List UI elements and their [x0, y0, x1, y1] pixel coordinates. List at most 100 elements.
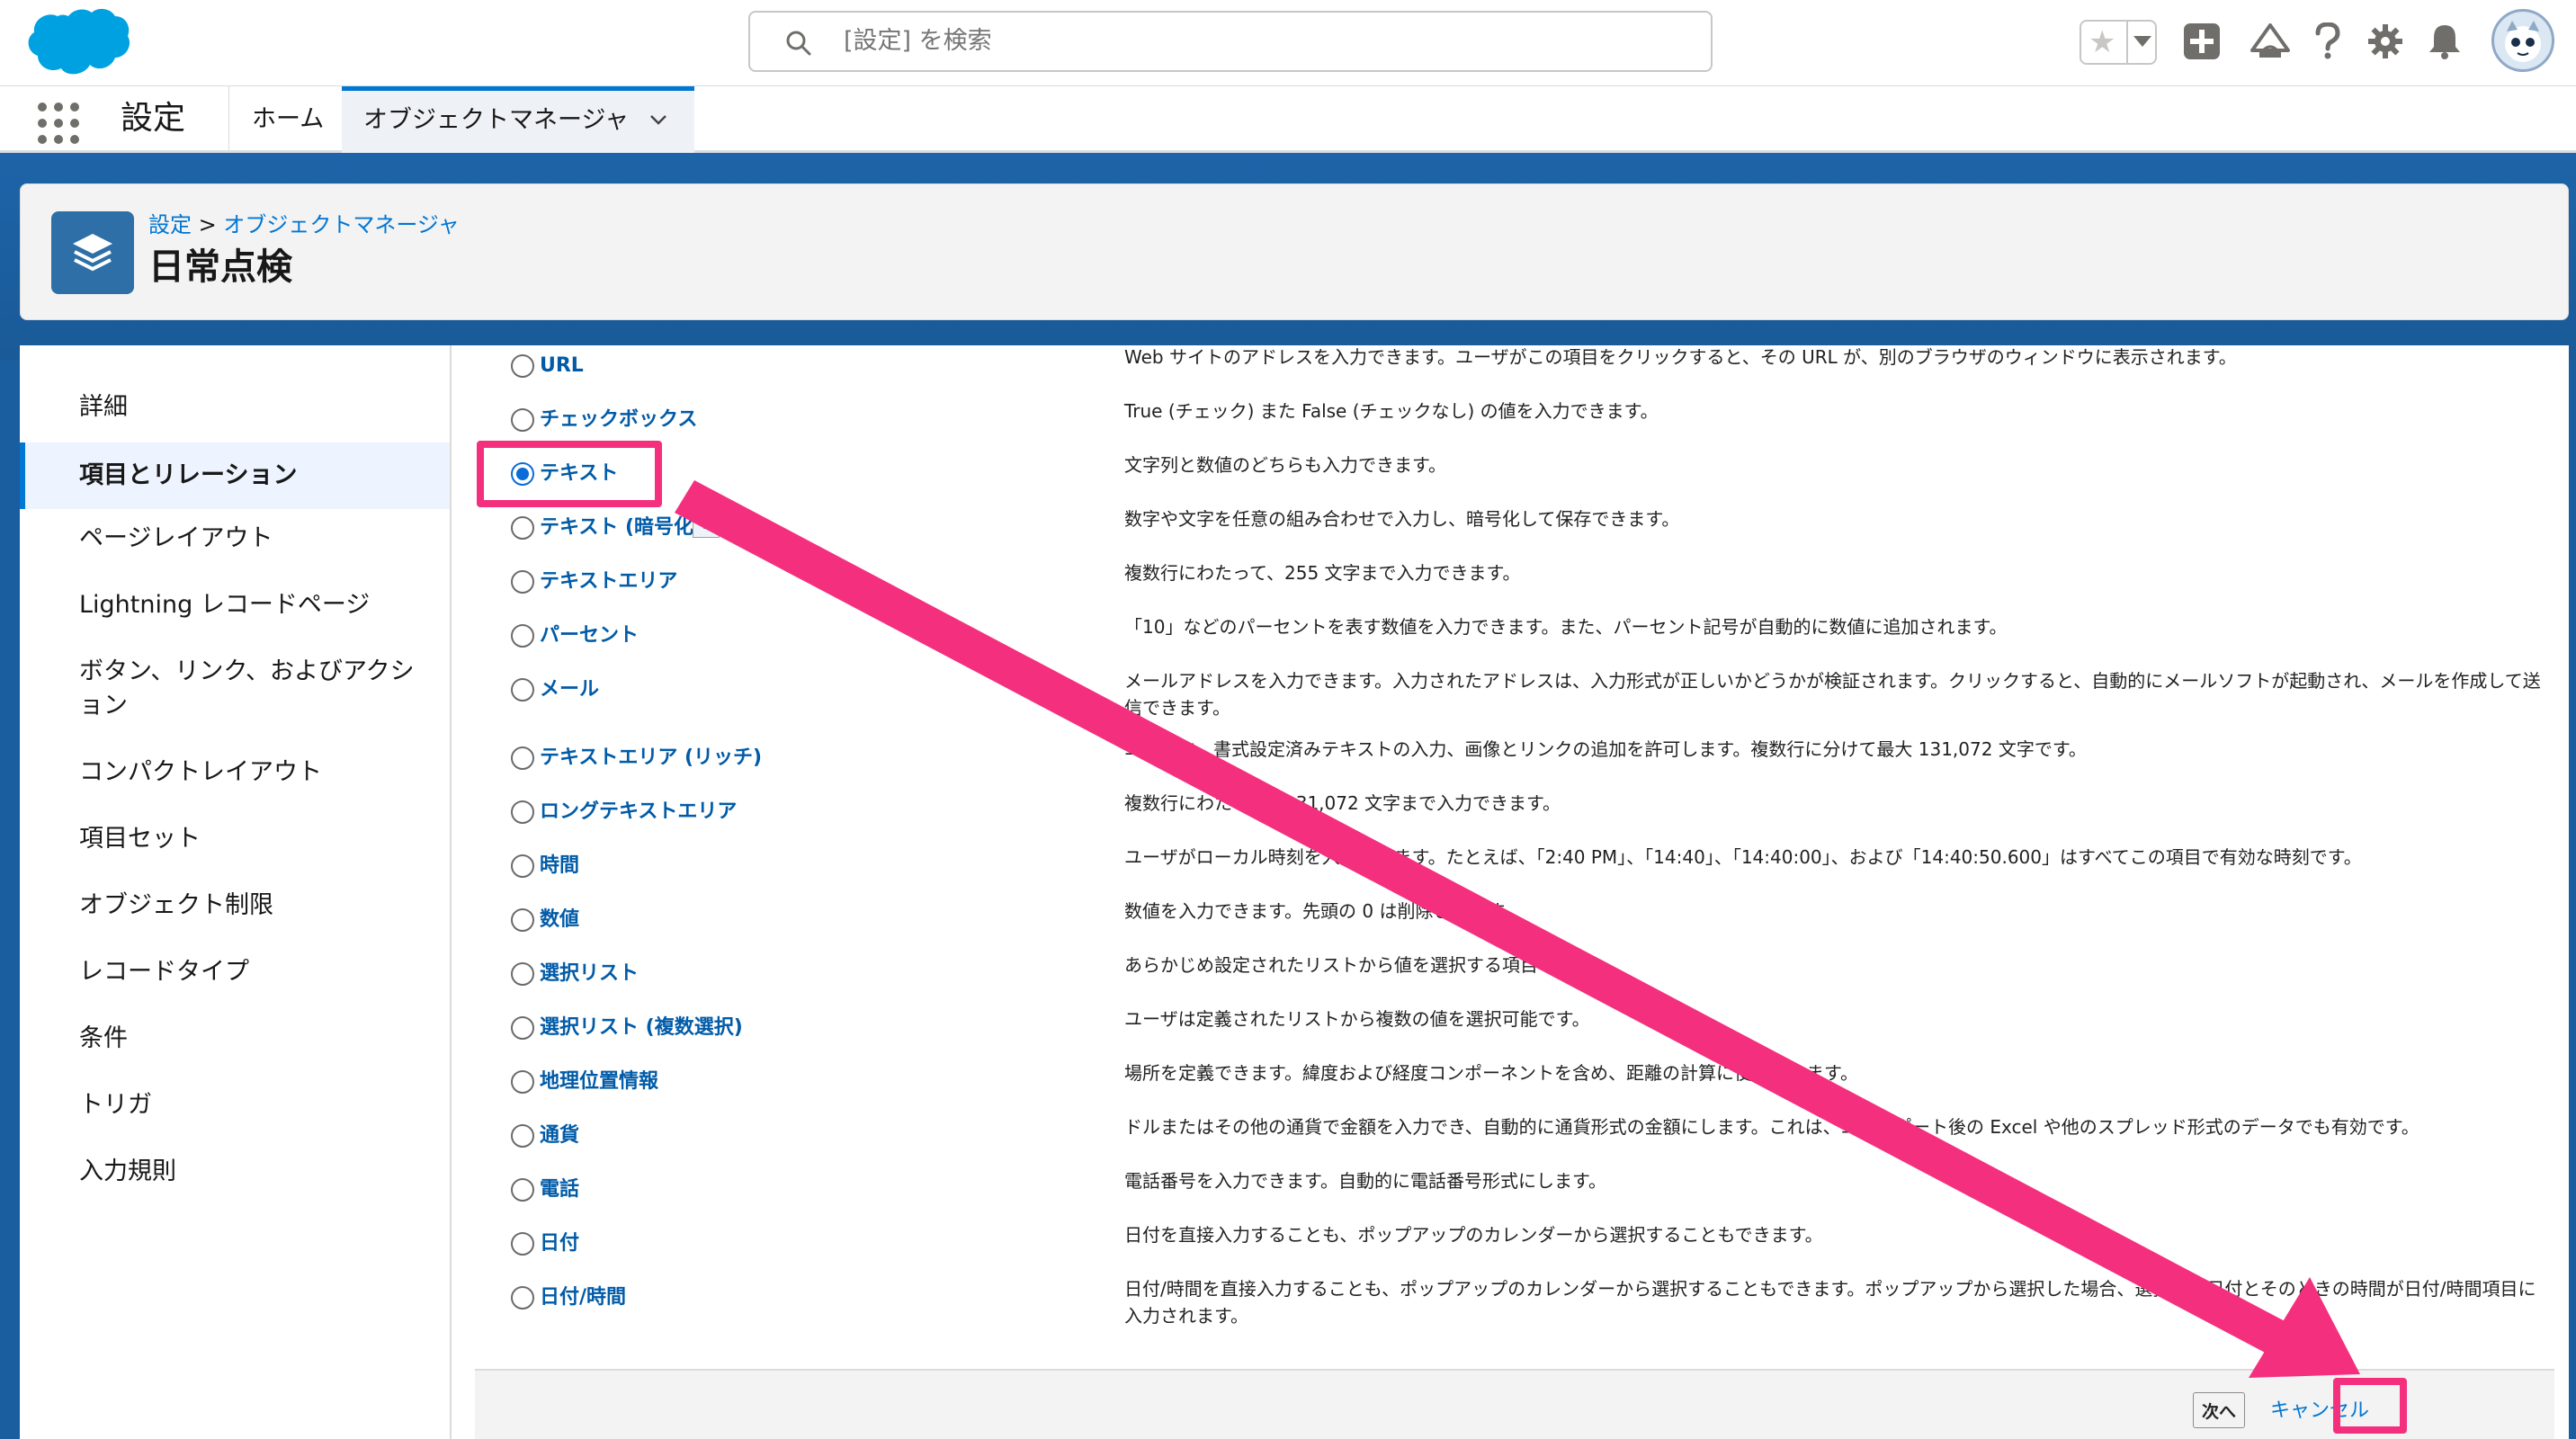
- field-type-label[interactable]: 電話: [540, 1176, 579, 1203]
- field-type-label[interactable]: 地理位置情報: [540, 1068, 658, 1095]
- field-type-label[interactable]: パーセント: [540, 622, 639, 649]
- field-type-description: 複数行にわたって、255 文字まで入力できます。: [1124, 562, 1521, 584]
- radio-long-text-area[interactable]: [511, 800, 534, 824]
- field-type-label[interactable]: ロングテキストエリア: [540, 799, 737, 826]
- breadcrumb-setup-link[interactable]: 設定: [148, 212, 192, 237]
- field-type-label[interactable]: 数値: [540, 907, 579, 934]
- sidebar-item-conditions[interactable]: 条件: [20, 1022, 450, 1056]
- sidebar-item-validation-rules[interactable]: 入力規則: [20, 1155, 450, 1189]
- page-header: 設定 > オブジェクトマネージャ 日常点検: [20, 183, 2569, 320]
- field-type-description: ドルまたはその他の通貨で金額を入力でき、自動的に通貨形式の金額にします。これは、…: [1124, 1116, 2419, 1138]
- app-name: 設定: [121, 100, 186, 137]
- field-type-description: 「10」などのパーセントを表す数値を入力できます。また、パーセント記号が自動的に…: [1124, 616, 2008, 638]
- nav-divider: [228, 86, 229, 153]
- radio-url[interactable]: [511, 354, 534, 378]
- tab-object-manager[interactable]: オブジェクトマネージャ: [342, 86, 694, 153]
- radio-phone[interactable]: [511, 1178, 534, 1202]
- sidebar-item-field-sets[interactable]: 項目セット: [20, 822, 450, 856]
- highlight-next-button: [2333, 1378, 2407, 1434]
- sidebar-item-fields-relationships[interactable]: 項目とリレーション: [20, 442, 450, 509]
- field-type-label[interactable]: 日付/時間: [540, 1284, 626, 1311]
- field-type-label[interactable]: メール: [540, 676, 599, 703]
- sidebar-item-page-layouts[interactable]: ページレイアウト: [20, 522, 450, 556]
- global-header: ★: [0, 0, 2576, 86]
- setup-button[interactable]: [2364, 20, 2407, 63]
- sidebar-item-triggers[interactable]: トリガ: [20, 1088, 450, 1122]
- radio-picklist[interactable]: [511, 962, 534, 986]
- salesforce-logo[interactable]: [25, 5, 131, 79]
- sidebar-item-record-types[interactable]: レコードタイプ: [20, 955, 450, 989]
- field-type-description: メールアドレスを入力できます。入力されたアドレスは、入力形式が正しいかどうかが検…: [1124, 670, 2541, 719]
- radio-date[interactable]: [511, 1232, 534, 1256]
- gear-icon: [2368, 24, 2402, 58]
- app-launcher-icon[interactable]: [38, 103, 79, 144]
- field-type-description: ユーザに、書式設定済みテキストの入力、画像とリンクの追加を許可します。複数行に分…: [1124, 738, 2087, 760]
- field-type-content: URL Web サイトのアドレスを入力できます。ユーザがこの項目をクリックすると…: [475, 345, 2569, 1439]
- field-type-label[interactable]: 日付: [540, 1230, 579, 1257]
- sidebar-item-details[interactable]: 詳細: [20, 390, 450, 425]
- field-type-list: URL Web サイトのアドレスを入力できます。ユーザがこの項目をクリックすると…: [475, 345, 2554, 1369]
- tab-object-manager-label: オブジェクトマネージャ: [363, 106, 630, 134]
- favorites-dropdown-icon[interactable]: [2133, 36, 2151, 47]
- star-icon[interactable]: ★: [2089, 25, 2115, 59]
- field-type-description: True (チェック) また False (チェックなし) の値を入力できます。: [1124, 400, 1659, 422]
- field-type-label[interactable]: テキスト (暗号化): [540, 514, 702, 541]
- field-type-label[interactable]: 選択リスト (複数選択): [540, 1014, 743, 1041]
- trailhead-icon: [2250, 23, 2290, 58]
- app-navigation-bar: 設定 ホーム オブジェクトマネージャ: [0, 86, 2576, 153]
- object-sidebar: 詳細 項目とリレーション ページレイアウト Lightning レコードページ …: [20, 345, 452, 1439]
- radio-text-area[interactable]: [511, 570, 534, 594]
- sidebar-item-compact-layouts[interactable]: コンパクトレイアウト: [20, 755, 450, 790]
- global-search[interactable]: [748, 11, 1713, 72]
- tab-home[interactable]: ホーム: [230, 86, 345, 153]
- field-type-description: 日付/時間を直接入力することも、ポップアップのカレンダーから選択することもできま…: [1124, 1278, 2536, 1327]
- field-type-description: 数値を入力できます。先頭の 0 は削除されます。: [1124, 900, 1522, 922]
- notifications-button[interactable]: [2423, 20, 2466, 63]
- breadcrumb-separator: >: [198, 212, 217, 237]
- field-type-label[interactable]: 選択リスト: [540, 961, 639, 988]
- field-type-label[interactable]: URL: [540, 353, 584, 380]
- main-card: 詳細 項目とリレーション ページレイアウト Lightning レコードページ …: [20, 345, 2569, 1439]
- field-type-description: 文字列と数値のどちらも入力できます。: [1124, 454, 1446, 476]
- radio-geolocation[interactable]: [511, 1070, 534, 1094]
- search-input[interactable]: [844, 13, 1653, 70]
- field-type-description: 場所を定義できます。緯度および経度コンポーネントを含め、距離の計算に使用できます…: [1124, 1062, 1858, 1084]
- radio-text-encrypted[interactable]: [511, 516, 534, 540]
- user-avatar[interactable]: [2491, 9, 2554, 72]
- radio-multi-picklist[interactable]: [511, 1016, 534, 1040]
- breadcrumb: 設定 > オブジェクトマネージャ: [148, 211, 460, 238]
- radio-checkbox[interactable]: [511, 408, 534, 432]
- global-actions-button[interactable]: [2180, 20, 2223, 63]
- field-type-description: あらかじめ設定されたリストから値を選択する項目です。: [1124, 954, 1590, 976]
- help-button[interactable]: [2306, 20, 2349, 63]
- button-bar: 次へ キャンセル: [475, 1369, 2554, 1439]
- radio-currency[interactable]: [511, 1124, 534, 1148]
- field-type-label[interactable]: テキストエリア (リッチ): [540, 745, 762, 772]
- radio-email[interactable]: [511, 678, 534, 702]
- favorites-button[interactable]: ★: [2080, 20, 2157, 65]
- radio-percent[interactable]: [511, 624, 534, 648]
- field-type-label[interactable]: 通貨: [540, 1122, 579, 1149]
- plus-icon: [2184, 23, 2220, 59]
- search-icon: [786, 31, 811, 56]
- sidebar-item-lightning-record-pages[interactable]: Lightning レコードページ: [20, 588, 450, 622]
- breadcrumb-object-manager-link[interactable]: オブジェクトマネージャ: [223, 212, 459, 237]
- sidebar-item-object-limits[interactable]: オブジェクト制限: [20, 889, 450, 923]
- radio-datetime[interactable]: [511, 1286, 534, 1309]
- favorites-divider: [2126, 22, 2128, 63]
- radio-rich-text-area[interactable]: [511, 746, 534, 770]
- chevron-down-icon[interactable]: [649, 111, 667, 129]
- info-icon[interactable]: i: [693, 511, 720, 538]
- page-title: 日常点検: [148, 246, 292, 288]
- next-button[interactable]: 次へ: [2193, 1392, 2245, 1428]
- field-type-description: ユーザは定義されたリストから複数の値を選択可能です。: [1124, 1008, 1590, 1030]
- radio-number[interactable]: [511, 908, 534, 932]
- field-type-label[interactable]: テキストエリア: [540, 568, 677, 595]
- trailhead-button[interactable]: [2249, 20, 2292, 63]
- bell-icon: [2429, 25, 2460, 59]
- sidebar-item-buttons-links-actions[interactable]: ボタン、リンク、およびアクション: [20, 655, 416, 723]
- highlight-text-option: [477, 441, 662, 507]
- field-type-label[interactable]: チェックボックス: [540, 407, 697, 433]
- field-type-label[interactable]: 時間: [540, 853, 579, 880]
- radio-time[interactable]: [511, 854, 534, 878]
